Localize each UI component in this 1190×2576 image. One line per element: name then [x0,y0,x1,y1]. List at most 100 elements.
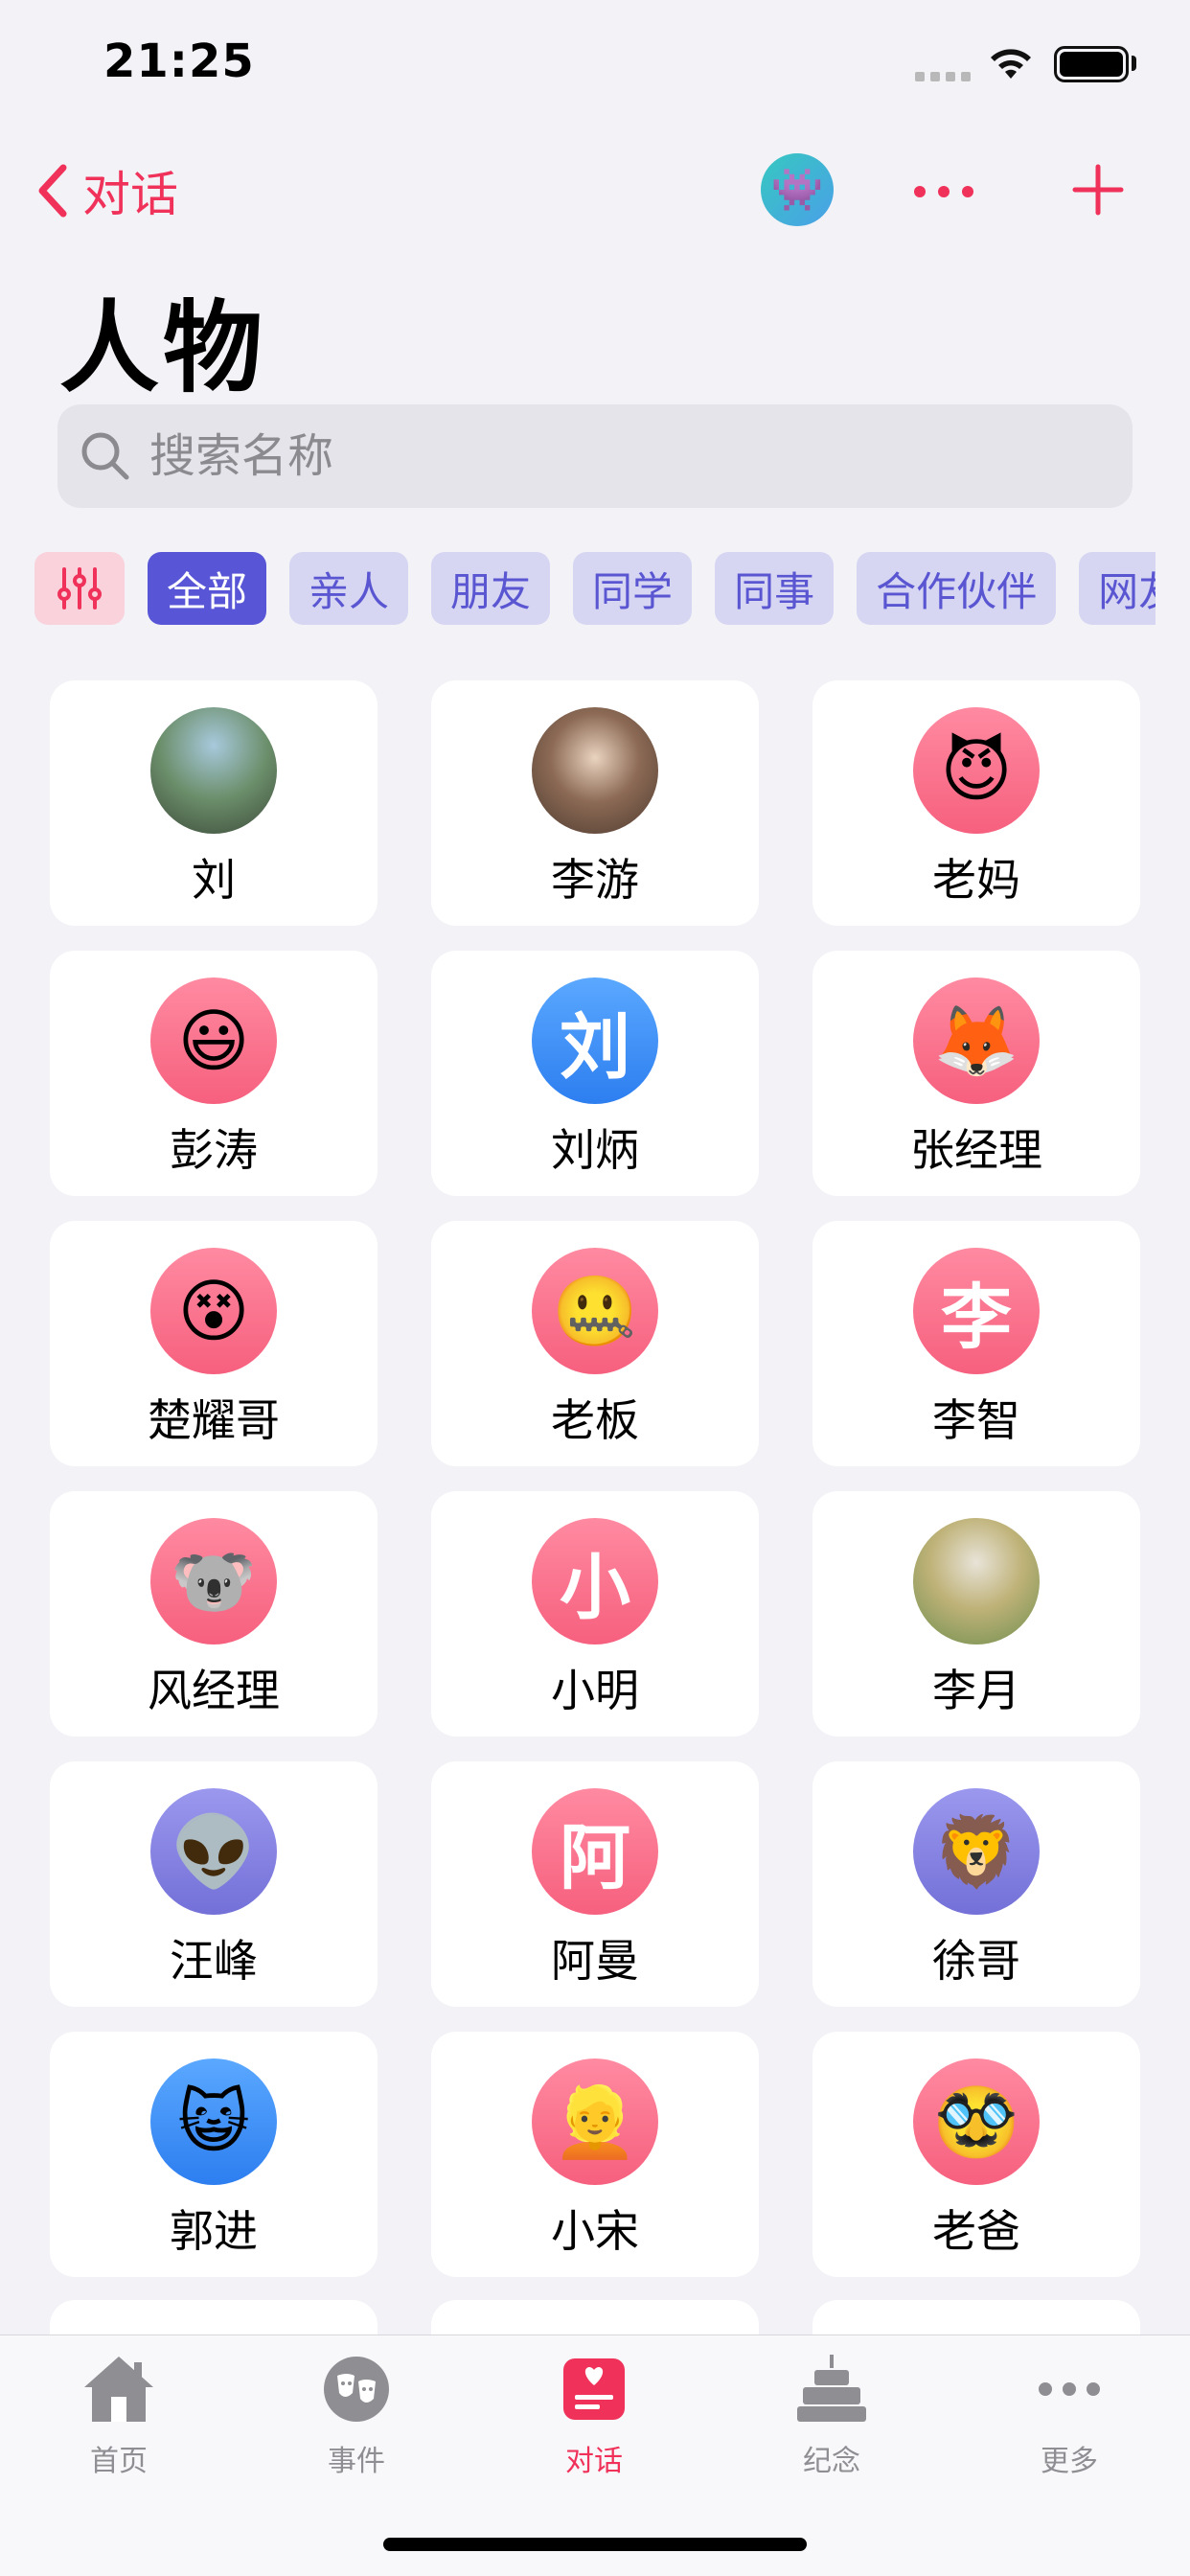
person-card[interactable]: 小 小明 [431,1491,759,1736]
filter-chip-all[interactable]: 全部 [148,552,267,625]
person-name: 张经理 [910,1124,1042,1176]
person-name: 李月 [932,1665,1020,1716]
person-name: 徐哥 [932,1935,1020,1987]
tab-home[interactable]: 首页 [42,2349,195,2493]
search-bar[interactable] [57,404,1133,508]
battery-tip [1132,56,1136,71]
add-button[interactable] [1071,163,1125,217]
cat-face-icon: 😺 [150,2058,277,2185]
person-card[interactable]: 刘 刘炳 [431,951,759,1196]
tab-label: 首页 [90,2445,148,2478]
person-card[interactable]: 🦊 张经理 [812,951,1140,1196]
person-card[interactable]: 👽 汪峰 [50,1761,378,2007]
person-name: 楚耀哥 [148,1394,280,1446]
chat-heart-icon [554,2349,634,2429]
person-card[interactable]: 😺 郭进 [50,2032,378,2277]
alien-icon: 👽 [150,1788,277,1915]
filter-chip-colleagues[interactable]: 同事 [715,552,835,625]
filter-bar: 全部 亲人 朋友 同学 同事 合作伙伴 网友 [34,552,1156,625]
tab-label: 纪念 [803,2445,860,2478]
person-card-partial[interactable] [812,2300,1140,2338]
person-card-partial[interactable] [431,2300,759,2338]
person-card[interactable]: 🥸 老爸 [812,2032,1140,2277]
person-name: 汪峰 [170,1935,258,1987]
wifi-icon [991,49,1031,79]
status-time: 21:25 [103,34,255,88]
tab-more[interactable]: 更多 [993,2349,1146,2493]
filter-chip-netfriends[interactable]: 网友 [1079,552,1156,625]
person-name: 老妈 [932,854,1020,906]
person-name: 彭涛 [170,1124,258,1176]
photo-avatar [532,707,658,834]
dizzy-face-icon: 😵 [150,1248,277,1374]
tab-anniversary[interactable]: 纪念 [755,2349,908,2493]
people-grid: 刘 李游 😈 老妈 😃 彭涛 刘 刘炳 🦊 张经理 😵 楚耀哥 🤐 老板 李 李… [50,680,1140,2277]
letter-avatar: 阿 [532,1788,658,1915]
tab-label: 更多 [1041,2445,1098,2478]
back-label: 对话 [82,167,178,222]
zipper-mouth-face-icon: 🤐 [532,1248,658,1374]
grinning-face-icon: 😃 [150,978,277,1104]
person-card[interactable]: 😵 楚耀哥 [50,1221,378,1466]
person-card[interactable]: 李 李智 [812,1221,1140,1466]
person-name: 风经理 [148,1665,280,1716]
person-card[interactable]: 😈 老妈 [812,680,1140,926]
person-name: 郭进 [170,2205,258,2257]
photo-avatar [913,1518,1040,1644]
more-options-button[interactable] [910,163,977,220]
search-icon [81,432,129,480]
person-name: 刘 [192,854,236,906]
house-icon [79,2349,159,2429]
letter-avatar: 李 [913,1248,1040,1374]
tab-events[interactable]: 事件 [280,2349,433,2493]
person-card[interactable]: 🤐 老板 [431,1221,759,1466]
person-card[interactable]: 李月 [812,1491,1140,1736]
koala-icon: 🐨 [150,1518,277,1644]
person-card[interactable]: 李游 [431,680,759,926]
person-name: 老爸 [932,2205,1020,2257]
chevron-left-icon [38,164,67,218]
person-card[interactable]: 🐨 风经理 [50,1491,378,1736]
photo-avatar [150,707,277,834]
nav-bar: 对话 👾 [0,144,1190,240]
letter-avatar: 刘 [532,978,658,1104]
person-card[interactable]: 阿 阿曼 [431,1761,759,2007]
person-card[interactable]: 😃 彭涛 [50,951,378,1196]
person-card-partial[interactable] [50,2300,378,2338]
letter-avatar: 小 [532,1518,658,1644]
person-card[interactable]: 👱 小宋 [431,2032,759,2277]
person-card[interactable]: 刘 [50,680,378,926]
tab-chat[interactable]: 对话 [517,2349,671,2493]
filter-settings-button[interactable] [34,552,125,625]
filter-chip-family[interactable]: 亲人 [289,552,409,625]
disguised-face-icon: 🥸 [913,2058,1040,2185]
person-name: 李智 [932,1394,1020,1446]
person-name: 阿曼 [551,1935,639,1987]
filter-chip-partners[interactable]: 合作伙伴 [857,552,1057,625]
ellipsis-icon [1029,2349,1110,2429]
tab-label: 事件 [328,2445,385,2478]
battery-icon [1054,46,1129,82]
sliders-icon [57,567,102,610]
smiling-devil-icon: 😈 [913,707,1040,834]
filter-chip-classmates[interactable]: 同学 [573,552,693,625]
page-title: 人物 [59,289,267,406]
cellular-signal-icon [915,72,971,81]
person-blond-icon: 👱 [532,2058,658,2185]
status-bar: 21:25 [0,0,1190,129]
home-indicator [383,2538,807,2551]
profile-avatar-button[interactable]: 👾 [761,153,834,226]
theater-masks-icon [316,2349,397,2429]
filter-chip-friends[interactable]: 朋友 [431,552,551,625]
fox-icon: 🦊 [913,978,1040,1104]
person-card[interactable]: 🦁 徐哥 [812,1761,1140,2007]
person-name: 小明 [551,1665,639,1716]
person-name: 刘炳 [551,1124,639,1176]
person-name: 老板 [551,1394,639,1446]
back-button[interactable]: 对话 [34,157,178,224]
person-name: 小宋 [551,2205,639,2257]
search-input[interactable] [149,429,1012,483]
next-row-peek [50,2300,1140,2338]
alien-monster-icon: 👾 [770,166,824,215]
cake-icon [791,2349,872,2429]
